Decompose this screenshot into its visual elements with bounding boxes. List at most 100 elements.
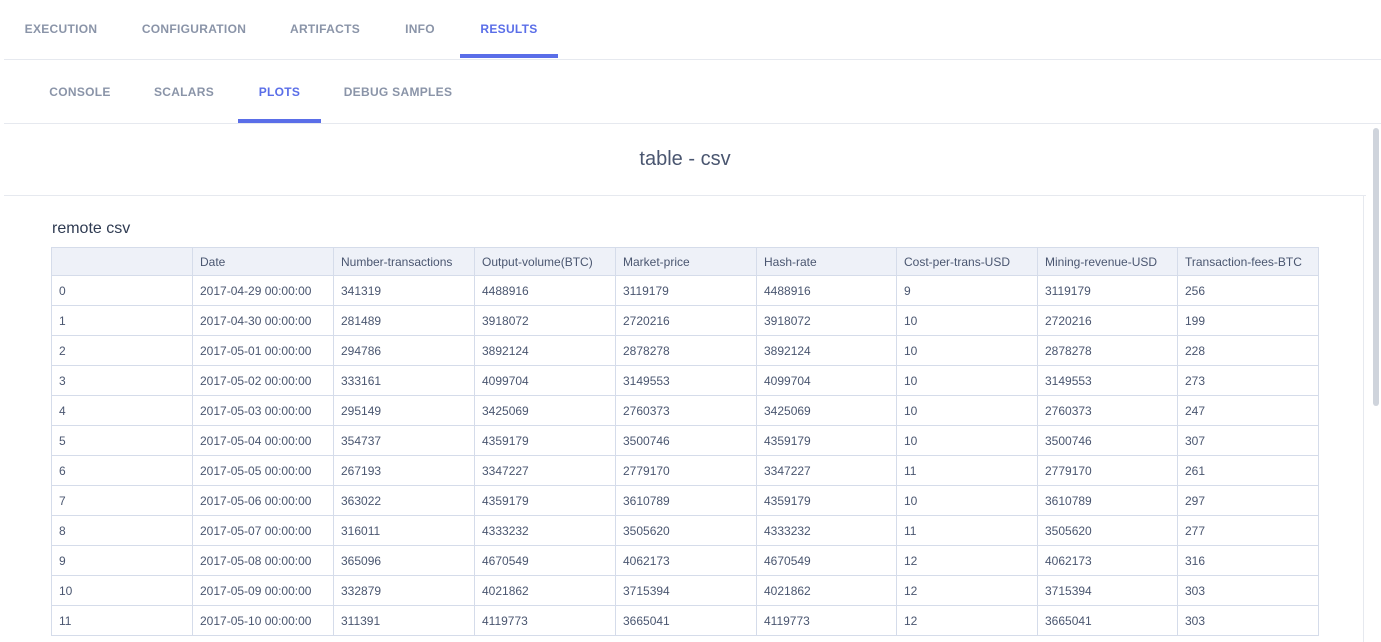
table-cell: 4359179 [756, 425, 897, 456]
table-cell: 256 [1177, 275, 1319, 306]
table-row: 6 2017-05-05 00:00:00 267193 3347227 2779170… [51, 455, 1319, 486]
table-row: 4 2017-05-03 00:00:00 295149 3425069 2760373… [51, 395, 1319, 426]
tab-plots[interactable]: PLOTS [238, 60, 321, 123]
table-cell: 12 [896, 545, 1038, 576]
table-cell: 2017-05-09 00:00:00 [192, 575, 334, 606]
table-row: 10 2017-05-09 00:00:00 332879 4021862 371539… [51, 575, 1319, 606]
table-cell: 365096 [333, 545, 475, 576]
table-cell: 1 [51, 305, 193, 336]
tab-results[interactable]: RESULTS [460, 0, 558, 58]
table-cell: 4670549 [474, 545, 616, 576]
table-cell: 354737 [333, 425, 475, 456]
table-cell: 8 [51, 515, 193, 546]
tab-scalars[interactable]: SCALARS [136, 60, 232, 123]
table-cell: 2017-05-07 00:00:00 [192, 515, 334, 546]
table-cell: 2017-05-05 00:00:00 [192, 455, 334, 486]
table-row: 5 2017-05-04 00:00:00 354737 4359179 3500746… [51, 425, 1319, 456]
table-cell: 3347227 [756, 455, 897, 486]
table-cell: 2720216 [615, 305, 757, 336]
table-cell: 10 [896, 365, 1038, 396]
tab-artifacts[interactable]: ARTIFACTS [270, 0, 380, 58]
table-cell: 4488916 [474, 275, 616, 306]
table-cell: 3425069 [756, 395, 897, 426]
table-cell: 3149553 [1037, 365, 1178, 396]
table-cell: 6 [51, 455, 193, 486]
table-row: 7 2017-05-06 00:00:00 363022 4359179 3610789… [51, 485, 1319, 516]
table-cell: 2 [51, 335, 193, 366]
table-cell: 3500746 [615, 425, 757, 456]
table-cell: 4 [51, 395, 193, 426]
tab-configuration[interactable]: CONFIGURATION [121, 0, 267, 58]
table-cell: 4021862 [474, 575, 616, 606]
table-cell: 4099704 [756, 365, 897, 396]
tab-info[interactable]: INFO [384, 0, 456, 58]
table-header-row: Date Number-transactions Output-volume(BTC… [51, 247, 1319, 276]
table-cell: 4119773 [756, 605, 897, 636]
table-cell: 3715394 [615, 575, 757, 606]
table-cell: 7 [51, 485, 193, 516]
table-cell: 3715394 [1037, 575, 1178, 606]
table-cell: 2017-05-03 00:00:00 [192, 395, 334, 426]
table-cell: 10 [896, 305, 1038, 336]
column-header[interactable]: Number-transactions [333, 247, 475, 276]
table-row: 1 2017-04-30 00:00:00 281489 3918072 2720216… [51, 305, 1319, 336]
table-cell: 4099704 [474, 365, 616, 396]
table-row: 0 2017-04-29 00:00:00 341319 4488916 3119179… [51, 275, 1319, 306]
table-cell: 3892124 [474, 335, 616, 366]
table-cell: 3505620 [1037, 515, 1178, 546]
tab-console[interactable]: CONSOLE [32, 60, 128, 123]
table-cell: 3500746 [1037, 425, 1178, 456]
table-cell: 332879 [333, 575, 475, 606]
column-header[interactable]: Market-price [615, 247, 757, 276]
table-cell: 12 [896, 605, 1038, 636]
column-header[interactable]: Transaction-fees-BTC [1177, 247, 1319, 276]
main-tab-bar: EXECUTION CONFIGURATION ARTIFACTS INFO R… [4, 0, 1381, 60]
tab-debug-samples[interactable]: DEBUG SAMPLES [330, 60, 466, 123]
table-cell: 2779170 [615, 455, 757, 486]
table-cell: 3149553 [615, 365, 757, 396]
table-cell: 2760373 [1037, 395, 1178, 426]
column-header[interactable]: Hash-rate [756, 247, 897, 276]
table-cell: 12 [896, 575, 1038, 606]
table-cell: 4062173 [615, 545, 757, 576]
table-cell: 316011 [333, 515, 475, 546]
column-header[interactable] [51, 247, 193, 276]
table-cell: 11 [896, 455, 1038, 486]
column-header[interactable]: Cost-per-trans-USD [896, 247, 1038, 276]
table-cell: 3425069 [474, 395, 616, 426]
table-cell: 2017-05-10 00:00:00 [192, 605, 334, 636]
column-header[interactable]: Mining-revenue-USD [1037, 247, 1178, 276]
table-cell: 303 [1177, 605, 1319, 636]
table-cell: 3 [51, 365, 193, 396]
table-cell: 9 [896, 275, 1038, 306]
table-cell: 10 [896, 335, 1038, 366]
table-cell: 3610789 [1037, 485, 1178, 516]
table-cell: 2779170 [1037, 455, 1178, 486]
table-cell: 2760373 [615, 395, 757, 426]
tab-execution[interactable]: EXECUTION [4, 0, 118, 58]
plot-title: table - csv [639, 148, 731, 170]
table-cell: 2017-05-02 00:00:00 [192, 365, 334, 396]
table-cell: 2017-05-08 00:00:00 [192, 545, 334, 576]
table-cell: 4488916 [756, 275, 897, 306]
table-cell: 247 [1177, 395, 1319, 426]
plot-header: table - csv [4, 124, 1366, 196]
table-cell: 297 [1177, 485, 1319, 516]
table-cell: 0 [51, 275, 193, 306]
table-cell: 4021862 [756, 575, 897, 606]
table-cell: 11 [51, 605, 193, 636]
scrollbar-thumb[interactable] [1373, 128, 1379, 406]
column-header[interactable]: Date [192, 247, 334, 276]
table-cell: 2017-04-30 00:00:00 [192, 305, 334, 336]
table-cell: 261 [1177, 455, 1319, 486]
table-cell: 199 [1177, 305, 1319, 336]
table-cell: 273 [1177, 365, 1319, 396]
sub-tab-bar: CONSOLE SCALARS PLOTS DEBUG SAMPLES [4, 60, 1381, 124]
table-cell: 10 [896, 395, 1038, 426]
table-cell: 2878278 [1037, 335, 1178, 366]
table-cell: 3610789 [615, 485, 757, 516]
table-cell: 2017-05-04 00:00:00 [192, 425, 334, 456]
table-cell: 10 [896, 425, 1038, 456]
column-header[interactable]: Output-volume(BTC) [474, 247, 616, 276]
table-cell: 294786 [333, 335, 475, 366]
